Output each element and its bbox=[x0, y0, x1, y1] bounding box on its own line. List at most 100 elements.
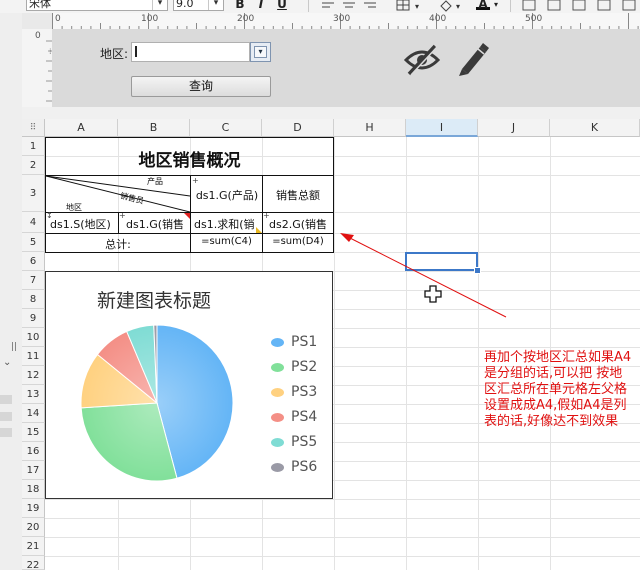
cell-total-label[interactable]: 总计: bbox=[46, 236, 190, 252]
row-header[interactable]: 13 bbox=[22, 385, 45, 404]
cell-c5[interactable]: =sum(C4) bbox=[191, 236, 262, 247]
legend-label[interactable]: PS1 bbox=[291, 334, 317, 350]
toolbar-divider bbox=[510, 0, 511, 12]
region-input[interactable] bbox=[131, 42, 250, 62]
font-name-value: 宋体 bbox=[29, 0, 51, 10]
cell-a4[interactable]: ds1.S(地区) bbox=[50, 216, 118, 232]
row-header[interactable]: 19 bbox=[22, 499, 45, 518]
region-dropdown-button[interactable]: ▾ bbox=[250, 42, 271, 62]
row-header[interactable]: 18 bbox=[22, 480, 45, 499]
pencil-icon[interactable] bbox=[456, 41, 490, 77]
chevron-down-icon: ▾ bbox=[208, 0, 223, 10]
ruler-label: 400 bbox=[429, 14, 447, 24]
legend-label[interactable]: PS2 bbox=[291, 359, 317, 375]
row-header[interactable]: 16 bbox=[22, 442, 45, 461]
row-header[interactable]: 12 bbox=[22, 366, 45, 385]
legend-swatch bbox=[271, 463, 284, 472]
cell-c3[interactable]: ds1.G(产品) bbox=[192, 187, 262, 203]
cell-flag-marker bbox=[184, 213, 190, 219]
row-header[interactable]: 7 bbox=[22, 271, 45, 290]
row-header[interactable]: 5 bbox=[22, 233, 45, 252]
cell-b4[interactable]: ds1.G(销售 bbox=[126, 216, 189, 232]
italic-button[interactable]: I bbox=[254, 0, 268, 12]
svg-text:▾: ▾ bbox=[415, 2, 419, 11]
diagonal-header-product: 产品 bbox=[147, 177, 163, 186]
table-border bbox=[45, 137, 334, 138]
row-header[interactable]: 6 bbox=[22, 252, 45, 271]
expand-right-icon: + bbox=[119, 211, 126, 220]
legend-label[interactable]: PS6 bbox=[291, 459, 317, 475]
cell-c4[interactable]: ds1.求和(销 bbox=[194, 216, 261, 232]
row-header[interactable]: 8 bbox=[22, 290, 45, 309]
ruler-label: 300 bbox=[333, 14, 351, 24]
cell-d4[interactable]: ds2.G(销售 bbox=[269, 216, 332, 232]
align-buttons-icon[interactable] bbox=[320, 0, 380, 12]
row-header[interactable]: 3 bbox=[22, 175, 45, 212]
legend-swatch bbox=[271, 363, 284, 372]
diagonal-header-region: 地区 bbox=[66, 203, 82, 212]
column-header-d[interactable]: D bbox=[262, 119, 334, 137]
font-name-select[interactable]: 宋体 ▾ bbox=[26, 0, 168, 11]
select-all-corner[interactable]: ⠿ bbox=[22, 119, 45, 137]
row-header[interactable]: 14 bbox=[22, 404, 45, 423]
row-header[interactable]: 21 bbox=[22, 537, 45, 556]
font-size-select[interactable]: 9.0 ▾ bbox=[173, 0, 224, 11]
legend-label[interactable]: PS5 bbox=[291, 434, 317, 450]
grid-line bbox=[45, 537, 640, 538]
ruler-label: 100 bbox=[141, 14, 159, 24]
ruler-label: 500 bbox=[525, 14, 543, 24]
cell-d3[interactable]: 销售总额 bbox=[263, 187, 333, 203]
pie-chart[interactable] bbox=[80, 322, 240, 488]
row-header[interactable]: 22 bbox=[22, 556, 45, 571]
legend-swatch bbox=[271, 438, 284, 447]
chevron-down-icon[interactable]: ⌄ bbox=[3, 357, 11, 368]
row-header[interactable]: 4 bbox=[22, 212, 45, 233]
border-icon[interactable]: ▾ bbox=[396, 0, 426, 12]
annotation-arrow bbox=[340, 233, 507, 318]
splitter-handle-icon[interactable]: || bbox=[11, 342, 17, 352]
column-header-h[interactable]: H bbox=[334, 119, 406, 137]
vertical-ruler: 0 bbox=[22, 29, 53, 107]
column-header-b[interactable]: B bbox=[118, 119, 190, 137]
fill-color-icon[interactable]: ▾ bbox=[438, 0, 468, 12]
column-header-i[interactable]: I bbox=[406, 119, 478, 137]
column-header-k[interactable]: K bbox=[550, 119, 640, 137]
underline-button[interactable]: U bbox=[275, 0, 289, 12]
query-button[interactable]: 查询 bbox=[131, 76, 271, 97]
grid-line bbox=[478, 137, 479, 570]
cell-d5[interactable]: =sum(D4) bbox=[263, 236, 333, 247]
chevron-down-icon[interactable]: ▾ bbox=[494, 0, 498, 9]
column-header-a[interactable]: A bbox=[45, 119, 118, 137]
font-size-value: 9.0 bbox=[176, 0, 194, 10]
report-title: 地区销售概况 bbox=[138, 151, 241, 171]
cell-flag-marker bbox=[256, 227, 262, 233]
column-header-j[interactable]: J bbox=[478, 119, 550, 137]
text-caret bbox=[135, 46, 137, 57]
bold-button[interactable]: B bbox=[233, 0, 247, 12]
ruler-label: 200 bbox=[237, 14, 255, 24]
row-header[interactable]: 20 bbox=[22, 518, 45, 537]
row-header[interactable]: 10 bbox=[22, 328, 45, 347]
chevron-down-icon: ▾ bbox=[254, 46, 267, 58]
font-color-button[interactable]: A bbox=[476, 0, 490, 11]
pie-sheen bbox=[81, 325, 233, 481]
row-header[interactable]: 17 bbox=[22, 461, 45, 480]
legend-label[interactable]: PS4 bbox=[291, 409, 317, 425]
ruler-label: 0 bbox=[55, 14, 61, 24]
left-panel-strip bbox=[0, 428, 12, 437]
column-header-c[interactable]: C bbox=[190, 119, 262, 137]
row-header[interactable]: 11 bbox=[22, 347, 45, 366]
row-header[interactable]: 9 bbox=[22, 309, 45, 328]
extra-format-icons[interactable] bbox=[520, 0, 638, 12]
drag-handle-icon[interactable]: ⁞ bbox=[49, 47, 52, 56]
chart-title: 新建图表标题 bbox=[96, 290, 211, 312]
ruler-ticks bbox=[46, 40, 52, 102]
toolbar-divider bbox=[308, 0, 309, 12]
row-header[interactable]: 2 bbox=[22, 156, 45, 175]
legend-swatch bbox=[271, 388, 284, 397]
row-header[interactable]: 15 bbox=[22, 423, 45, 442]
legend-label[interactable]: PS3 bbox=[291, 384, 317, 400]
grid-line bbox=[45, 499, 640, 500]
eye-slash-icon[interactable] bbox=[404, 44, 440, 76]
row-header[interactable]: 1 bbox=[22, 137, 45, 156]
